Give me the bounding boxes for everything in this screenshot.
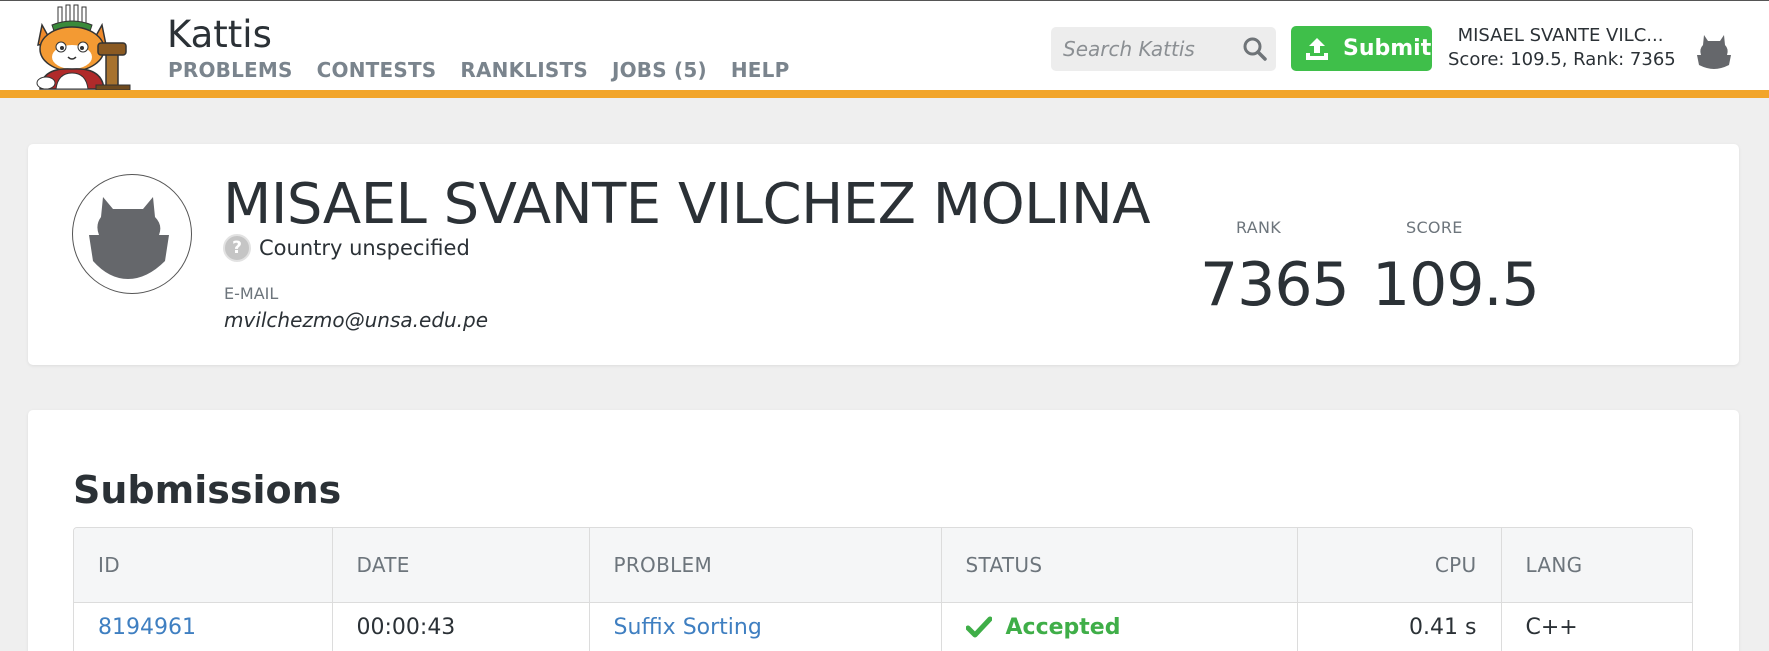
search-icon[interactable] bbox=[1242, 36, 1268, 62]
submissions-card: Submissions ID DATE PROBLEM STATUS CPU L… bbox=[28, 410, 1739, 651]
search-input[interactable] bbox=[1063, 34, 1233, 64]
user-summary[interactable]: MISAEL SVANTE VILC... Score: 109.5, Rank… bbox=[1448, 25, 1676, 70]
column-header-id[interactable]: ID bbox=[74, 528, 333, 603]
table-header-row: ID DATE PROBLEM STATUS CPU LANG bbox=[74, 528, 1692, 603]
submission-lang: C++ bbox=[1525, 614, 1578, 640]
rank-label: RANK bbox=[1236, 218, 1282, 237]
status-text: Accepted bbox=[1005, 614, 1121, 640]
user-name: MISAEL SVANTE VILC... bbox=[1457, 25, 1664, 46]
cat-avatar-icon bbox=[89, 197, 169, 279]
column-header-cpu[interactable]: CPU bbox=[1297, 528, 1502, 603]
email-value: mvilchezmo@unsa.edu.pe bbox=[224, 308, 489, 332]
profile-card: MISAEL SVANTE VILCHEZ MOLINA ? Country u… bbox=[28, 144, 1739, 365]
country-info: ? Country unspecified bbox=[223, 234, 470, 262]
profile-name: MISAEL SVANTE VILCHEZ MOLINA bbox=[223, 172, 1151, 237]
score-label: SCORE bbox=[1406, 218, 1463, 237]
header-accent-bar bbox=[0, 90, 1769, 98]
profile-avatar bbox=[72, 174, 192, 294]
brand-title[interactable]: Kattis bbox=[167, 13, 272, 56]
email-label: E-MAIL bbox=[224, 284, 279, 303]
score-value: 109.5 bbox=[1372, 250, 1540, 320]
nav-contests[interactable]: CONTESTS bbox=[317, 58, 437, 82]
submit-button[interactable]: Submit bbox=[1291, 26, 1432, 71]
nav-jobs[interactable]: JOBS (5) bbox=[612, 58, 707, 82]
table-row: 8194961 00:00:43 Suffix Sorting Accepted… bbox=[74, 602, 1692, 651]
country-label: Country unspecified bbox=[259, 236, 470, 260]
upload-icon bbox=[1306, 37, 1328, 60]
status-accepted: Accepted bbox=[965, 614, 1273, 640]
submission-status: Accepted bbox=[941, 602, 1298, 651]
column-header-status[interactable]: STATUS bbox=[941, 528, 1298, 603]
user-avatar-icon[interactable] bbox=[1695, 31, 1733, 71]
column-header-lang[interactable]: LANG bbox=[1501, 528, 1692, 603]
submission-id-link[interactable]: 8194961 bbox=[74, 602, 333, 651]
submission-cpu: 0.41 s bbox=[1297, 602, 1502, 651]
column-header-problem[interactable]: PROBLEM bbox=[589, 528, 942, 603]
rank-value: 7365 bbox=[1200, 250, 1350, 320]
nav-help[interactable]: HELP bbox=[731, 58, 790, 82]
kattis-cat-logo-icon[interactable] bbox=[28, 3, 146, 91]
unknown-country-icon: ? bbox=[223, 234, 251, 262]
submit-label: Submit bbox=[1343, 36, 1432, 61]
site-header: Kattis PROBLEMS CONTESTS RANKLISTS JOBS … bbox=[0, 1, 1769, 91]
submissions-table: ID DATE PROBLEM STATUS CPU LANG 8194961 … bbox=[73, 527, 1693, 651]
checkmark-icon bbox=[965, 616, 992, 638]
search-box bbox=[1051, 27, 1276, 71]
problem-link[interactable]: Suffix Sorting bbox=[589, 602, 942, 651]
user-score-rank: Score: 109.5, Rank: 7365 bbox=[1448, 49, 1676, 70]
main-nav: PROBLEMS CONTESTS RANKLISTS JOBS (5) HEL… bbox=[168, 58, 813, 82]
submission-date: 00:00:43 bbox=[332, 602, 590, 651]
column-header-date[interactable]: DATE bbox=[332, 528, 590, 603]
nav-ranklists[interactable]: RANKLISTS bbox=[460, 58, 588, 82]
submissions-title: Submissions bbox=[73, 468, 342, 512]
nav-problems[interactable]: PROBLEMS bbox=[168, 58, 293, 82]
